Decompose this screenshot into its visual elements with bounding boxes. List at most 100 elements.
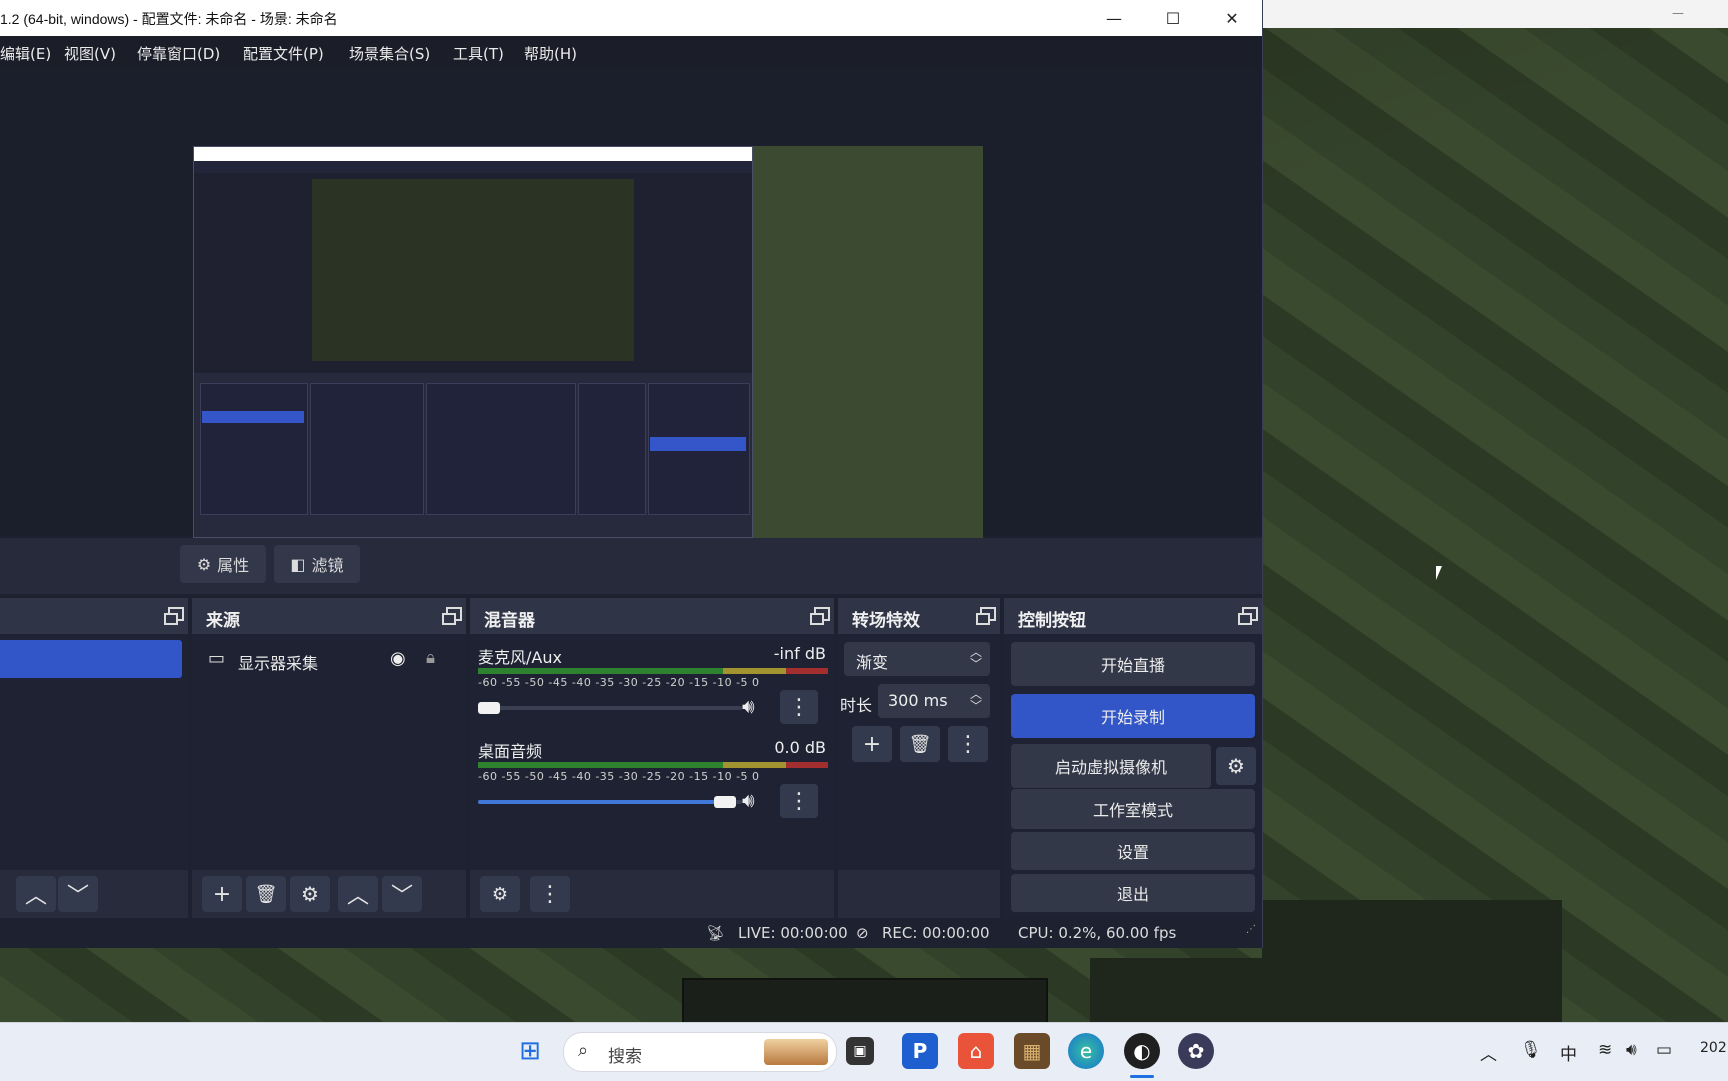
menu-edit[interactable]: 编辑(E): [0, 43, 51, 64]
preview-area[interactable]: [0, 68, 1262, 590]
rec-timer: REC: 00:00:00: [882, 924, 990, 942]
sources-list: ▭ 显示器采集 ◉ 🔒︎: [192, 634, 466, 870]
advanced-audio-settings-icon[interactable]: ⚙: [480, 876, 520, 912]
menu-docks[interactable]: 停靠窗口(D): [137, 43, 220, 64]
lock-icon[interactable]: 🔒︎: [426, 648, 435, 668]
resize-grip-icon[interactable]: ⋰: [1246, 924, 1256, 935]
volume-icon[interactable]: 🔊︎: [1626, 1040, 1637, 1060]
menu-view[interactable]: 视图(V): [64, 43, 116, 64]
clock-date[interactable]: 202: [1700, 1040, 1727, 1056]
filters-button[interactable]: ◧ 滤镜: [274, 545, 360, 583]
undock-icon[interactable]: [1238, 607, 1258, 625]
scene-move-down-button[interactable]: ﹀: [58, 876, 98, 912]
search-placeholder: 搜索: [608, 1047, 642, 1067]
volume-slider-thumb[interactable]: [478, 702, 500, 714]
controls-dock-header: 控制按钮: [1004, 598, 1262, 634]
exit-button[interactable]: 退出: [1011, 874, 1255, 912]
edge-browser-icon[interactable]: e: [1068, 1033, 1104, 1069]
taskbar-search-box[interactable]: ⌕ 搜索: [563, 1032, 837, 1072]
channel-level: -inf dB: [773, 644, 826, 663]
transition-select[interactable]: 渐变 ︿ ﹀: [844, 642, 990, 676]
volume-slider-thumb[interactable]: [714, 796, 736, 808]
menu-tools[interactable]: 工具(T): [453, 43, 504, 64]
speaker-icon[interactable]: 🔊︎: [742, 694, 755, 718]
speaker-icon[interactable]: 🔊︎: [742, 788, 755, 812]
source-properties-button[interactable]: ⚙: [290, 876, 330, 912]
ime-indicator[interactable]: 中: [1560, 1040, 1577, 1065]
duration-value: 300 ms: [888, 691, 948, 710]
task-view-icon[interactable]: ▣: [846, 1037, 874, 1065]
mixer-dock: 混音器 麦克风/Aux -inf dB -60 -55 -50 -45 -40 …: [470, 598, 834, 918]
undock-icon[interactable]: [810, 607, 830, 625]
obs-icon[interactable]: ◐: [1124, 1033, 1160, 1069]
home-app-icon[interactable]: ⌂: [958, 1033, 994, 1069]
nested-dock: [426, 383, 576, 515]
streaming-status-icon: 📡︎: [706, 924, 726, 942]
scene-move-up-button[interactable]: ︿: [16, 876, 56, 912]
window-title: 1.2 (64-bit, windows) - 配置文件: 未命名 - 场景: …: [0, 11, 338, 27]
app-p-icon[interactable]: P: [902, 1033, 938, 1069]
source-move-up-button[interactable]: ︿: [338, 876, 378, 912]
source-move-down-button[interactable]: ﹀: [382, 876, 422, 912]
eye-icon[interactable]: ◉: [390, 648, 406, 669]
duration-spinbox[interactable]: 300 ms ︿ ﹀: [878, 684, 990, 718]
properties-button[interactable]: ⚙ 属性: [180, 545, 266, 583]
cpu-fps: CPU: 0.2%, 60.00 fps: [1018, 924, 1177, 942]
undock-icon[interactable]: [164, 607, 184, 625]
start-streaming-button[interactable]: 开始直播: [1011, 642, 1255, 686]
status-bar: 📡︎ LIVE: 00:00:00 ⊘ REC: 00:00:00 CPU: 0…: [0, 918, 1262, 948]
source-item[interactable]: ▭ 显示器采集 ◉ 🔒︎: [192, 640, 466, 678]
more-options-icon[interactable]: ⋮: [780, 784, 818, 818]
settings-button[interactable]: 设置: [1011, 832, 1255, 870]
live-timer: LIVE: 00:00:00: [738, 924, 848, 942]
volume-slider-fill: [478, 800, 728, 804]
menu-bar: 编辑(E) 视图(V) 停靠窗口(D) 配置文件(P) 场景集合(S) 工具(T…: [0, 36, 1262, 68]
start-recording-button[interactable]: 开始录制: [1011, 694, 1255, 738]
transition-menu-icon[interactable]: ⋮: [948, 726, 988, 762]
studio-mode-button[interactable]: 工作室模式: [1011, 789, 1255, 829]
undock-icon[interactable]: [442, 607, 462, 625]
volume-slider-track[interactable]: [478, 706, 742, 710]
add-transition-button[interactable]: +: [852, 726, 892, 762]
start-virtual-camera-button[interactable]: 启动虚拟摄像机: [1011, 744, 1211, 788]
duration-label: 时长: [840, 696, 873, 715]
filters-label: 滤镜: [311, 556, 344, 575]
channel-level: 0.0 dB: [774, 738, 826, 757]
battery-icon[interactable]: ▭: [1656, 1040, 1672, 1060]
volume-meter: [478, 762, 828, 768]
minecraft-icon[interactable]: ▦: [1014, 1033, 1050, 1069]
scenes-dock-header: [0, 598, 188, 634]
maximize-icon[interactable]: ☐: [1145, 0, 1201, 36]
active-app-indicator: [1130, 1075, 1154, 1078]
windows-start-icon[interactable]: ⊞: [512, 1033, 548, 1069]
add-source-button[interactable]: +: [202, 876, 242, 912]
wifi-icon[interactable]: ≋: [1598, 1040, 1612, 1060]
spin-arrows-icon[interactable]: ︿ ﹀: [970, 688, 982, 712]
scenes-list: [0, 634, 188, 870]
background-window-titlebar: —: [1262, 0, 1728, 28]
mixer-channels: 麦克风/Aux -inf dB -60 -55 -50 -45 -40 -35 …: [470, 634, 834, 870]
mixer-dock-header: 混音器: [470, 598, 834, 634]
close-icon[interactable]: ✕: [1204, 0, 1260, 36]
remove-transition-button[interactable]: 🗑︎: [900, 726, 940, 762]
menu-profile[interactable]: 配置文件(P): [243, 43, 324, 64]
mixer-menu-icon[interactable]: ⋮: [530, 876, 570, 912]
menu-scene-collection[interactable]: 场景集合(S): [349, 43, 430, 64]
preview-canvas[interactable]: [193, 146, 983, 590]
undock-icon[interactable]: [976, 607, 996, 625]
minimize-icon[interactable]: —: [1086, 0, 1142, 36]
nested-record-button: [650, 437, 746, 451]
hotbar: [682, 978, 1048, 1024]
monitor-icon: ▭: [208, 648, 226, 669]
scene-item-selected[interactable]: [0, 640, 182, 678]
app-avatar-icon[interactable]: ✿: [1178, 1033, 1214, 1069]
chevron-up-icon[interactable]: ︿: [1480, 1040, 1497, 1065]
virtual-camera-settings-icon[interactable]: ⚙: [1216, 747, 1256, 785]
remove-source-button[interactable]: 🗑︎: [246, 876, 286, 912]
menu-help[interactable]: 帮助(H): [524, 43, 577, 64]
more-options-icon[interactable]: ⋮: [780, 690, 818, 724]
search-icon: ⌕: [578, 1040, 589, 1061]
properties-label: 属性: [217, 556, 250, 575]
filter-icon: ◧: [290, 554, 306, 574]
microphone-icon[interactable]: 🎙︎: [1520, 1040, 1542, 1060]
